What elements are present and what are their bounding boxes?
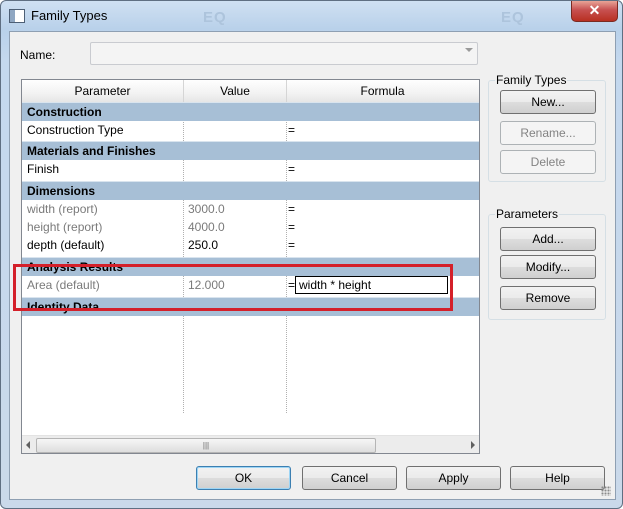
parameter-name: height (report) bbox=[27, 220, 103, 234]
family-types-dialog: Family Types EQ EQ ✕ Name: Parameter Val… bbox=[0, 0, 623, 509]
resize-grip-icon[interactable] bbox=[601, 486, 611, 496]
column-header-formula[interactable]: Formula bbox=[287, 80, 478, 102]
window-icon bbox=[9, 9, 25, 23]
modify-parameter-button[interactable]: Modify... bbox=[500, 255, 596, 279]
background-ghost-text: EQ bbox=[203, 9, 227, 26]
rename-type-button[interactable]: Rename... bbox=[500, 121, 596, 145]
parameter-formula[interactable]: = bbox=[288, 160, 295, 178]
parameter-value[interactable]: 4000.0 bbox=[188, 218, 225, 236]
name-label: Name: bbox=[20, 48, 56, 62]
help-button[interactable]: Help bbox=[510, 466, 605, 490]
parameter-name: depth (default) bbox=[27, 238, 105, 252]
group-label: Construction bbox=[27, 105, 102, 119]
parameter-name: width (report) bbox=[27, 202, 98, 216]
column-header-value[interactable]: Value bbox=[184, 80, 287, 102]
delete-type-button[interactable]: Delete bbox=[500, 150, 596, 174]
parameter-value[interactable]: 250.0 bbox=[188, 236, 218, 254]
group-header-dimensions[interactable]: Dimensions bbox=[22, 181, 479, 200]
new-type-button[interactable]: New... bbox=[500, 90, 596, 114]
title-bar[interactable]: Family Types EQ EQ ✕ bbox=[1, 1, 622, 31]
parameter-name: Finish bbox=[27, 162, 60, 176]
parameter-formula[interactable]: = bbox=[288, 200, 295, 218]
remove-parameter-button[interactable]: Remove bbox=[500, 286, 596, 310]
parameter-formula[interactable]: = bbox=[288, 121, 295, 139]
group-label: Materials and Finishes bbox=[27, 144, 156, 158]
annotation-highlight-box bbox=[13, 264, 453, 311]
column-header-parameter[interactable]: Parameter bbox=[22, 80, 184, 102]
scroll-left-icon[interactable] bbox=[26, 441, 30, 449]
group-label: Dimensions bbox=[27, 184, 96, 198]
grid-header: Parameter Value Formula bbox=[22, 80, 479, 103]
table-row[interactable]: Construction Type = bbox=[22, 121, 479, 139]
parameter-formula[interactable]: = bbox=[288, 218, 295, 236]
horizontal-scrollbar[interactable]: ||| bbox=[22, 435, 479, 453]
add-parameter-button[interactable]: Add... bbox=[500, 227, 596, 251]
chevron-down-icon bbox=[465, 48, 473, 52]
group-header-construction[interactable]: Construction bbox=[22, 102, 479, 121]
table-row[interactable]: Finish = bbox=[22, 160, 479, 178]
cancel-button[interactable]: Cancel bbox=[302, 466, 397, 490]
background-ghost-text: EQ bbox=[501, 9, 525, 26]
groupbox-label: Family Types bbox=[495, 73, 568, 87]
parameter-name: Construction Type bbox=[27, 123, 124, 137]
ok-button[interactable]: OK bbox=[196, 466, 291, 490]
table-row[interactable]: width (report) 3000.0 = bbox=[22, 200, 479, 218]
groupbox-label: Parameters bbox=[495, 207, 560, 221]
scroll-right-icon[interactable] bbox=[471, 441, 475, 449]
name-dropdown[interactable] bbox=[90, 42, 478, 65]
scroll-thumb[interactable]: ||| bbox=[36, 438, 376, 453]
table-row[interactable]: height (report) 4000.0 = bbox=[22, 218, 479, 236]
apply-button[interactable]: Apply bbox=[406, 466, 501, 490]
close-button[interactable]: ✕ bbox=[571, 1, 618, 22]
family-types-groupbox: Family Types New... Rename... Delete bbox=[488, 73, 606, 182]
parameters-groupbox: Parameters Add... Modify... Remove bbox=[488, 207, 606, 320]
table-row[interactable]: depth (default) 250.0 = bbox=[22, 236, 479, 254]
window-title: Family Types bbox=[31, 8, 108, 23]
parameter-formula[interactable]: = bbox=[288, 236, 295, 254]
group-header-materials-and-finishes[interactable]: Materials and Finishes bbox=[22, 141, 479, 160]
parameter-value[interactable]: 3000.0 bbox=[188, 200, 225, 218]
